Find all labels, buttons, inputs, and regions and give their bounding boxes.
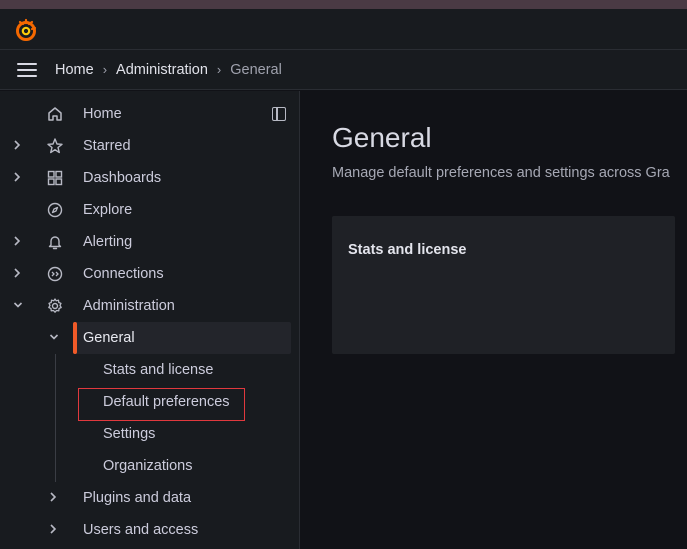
- sidebar: Home Starred Dashboards Explore Alerting…: [0, 91, 300, 549]
- chevron-down-icon[interactable]: [12, 298, 26, 314]
- chevron-right-icon[interactable]: [12, 138, 26, 154]
- sidebar-item-label: Dashboards: [83, 170, 162, 186]
- page-subtitle: Manage default preferences and settings …: [332, 165, 670, 181]
- sidebar-item-organizations[interactable]: Organizations: [103, 458, 192, 474]
- sidebar-item-label: Users and access: [83, 522, 199, 538]
- breadcrumb-current: General: [230, 61, 282, 78]
- dashboards-icon: [46, 169, 64, 187]
- gear-icon: [46, 297, 64, 315]
- breadcrumb-home[interactable]: Home: [55, 62, 94, 78]
- highlight-box: [78, 388, 245, 421]
- sidebar-item-explore[interactable]: Explore: [0, 194, 300, 226]
- sidebar-item-home[interactable]: Home: [0, 98, 300, 130]
- stats-and-license-card[interactable]: Stats and license: [332, 216, 675, 354]
- sidebar-item-stats-and-license[interactable]: Stats and license: [103, 362, 213, 378]
- sidebar-item-label: Home: [83, 106, 122, 122]
- sidebar-item-users-and-access[interactable]: Users and access: [0, 514, 300, 546]
- submenu-guide-line: [55, 354, 56, 482]
- page-title: General: [332, 122, 432, 153]
- chevron-right-icon[interactable]: [12, 266, 26, 282]
- sidebar-item-label: Plugins and data: [83, 490, 192, 506]
- sidebar-item-alerting[interactable]: Alerting: [0, 226, 300, 258]
- window-title-strip: [0, 0, 687, 9]
- chevron-right-icon[interactable]: [12, 234, 26, 250]
- sidebar-item-connections[interactable]: Connections: [0, 258, 300, 290]
- connections-icon: [46, 265, 64, 283]
- chevron-right-icon[interactable]: [48, 490, 62, 506]
- home-icon: [46, 105, 64, 123]
- sidebar-item-label: Explore: [83, 202, 133, 218]
- breadcrumb-separator: ›: [216, 62, 222, 77]
- star-icon: [46, 137, 64, 155]
- card-title: Stats and license: [348, 242, 467, 258]
- sidebar-item-starred[interactable]: Starred: [0, 130, 300, 162]
- sidebar-item-label: Starred: [83, 138, 131, 154]
- chevron-right-icon[interactable]: [48, 522, 62, 538]
- breadcrumb-separator: ›: [102, 62, 108, 77]
- compass-icon: [46, 201, 64, 219]
- breadcrumb: Home › Administration › General: [55, 62, 282, 78]
- sidebar-item-administration[interactable]: Administration: [0, 290, 300, 322]
- menu-toggle-icon[interactable]: [17, 62, 39, 78]
- sidebar-item-dashboards[interactable]: Dashboards: [0, 162, 300, 194]
- main-content: General Manage default preferences and s…: [301, 91, 687, 549]
- sidebar-item-general-label: General: [83, 330, 135, 346]
- active-indicator: [73, 322, 77, 354]
- sidebar-item-plugins-and-data[interactable]: Plugins and data: [0, 482, 300, 514]
- chevron-right-icon[interactable]: [12, 170, 26, 186]
- breadcrumb-administration[interactable]: Administration: [116, 62, 208, 78]
- breadcrumb-bar: Home › Administration › General: [0, 50, 687, 90]
- sidebar-item-label: Connections: [83, 266, 164, 282]
- sidebar-item-label: Administration: [83, 298, 175, 314]
- sidebar-item-settings[interactable]: Settings: [103, 426, 155, 442]
- top-bar: [0, 9, 687, 50]
- chevron-down-icon[interactable]: [48, 330, 62, 346]
- grafana-logo-icon[interactable]: [14, 18, 38, 42]
- sidebar-item-label: Alerting: [83, 234, 133, 250]
- bell-icon: [46, 233, 64, 251]
